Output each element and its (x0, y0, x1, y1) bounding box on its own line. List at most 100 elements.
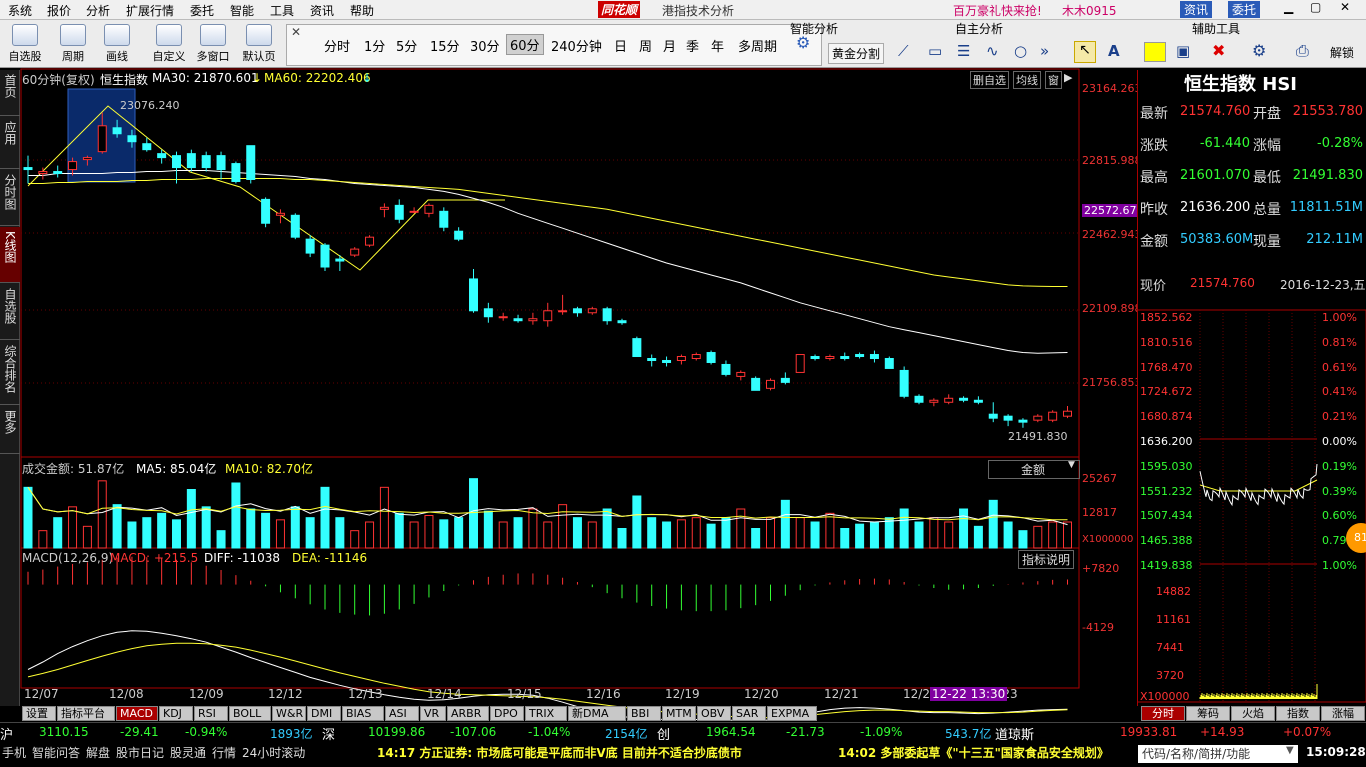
indicator-tab-12[interactable]: DPO (490, 706, 524, 721)
indicator-help-button[interactable]: 指标说明 (1018, 550, 1075, 569)
indicator-tab-8[interactable]: BIAS (342, 706, 384, 721)
candle (275, 209, 285, 224)
volume-bar (454, 517, 464, 549)
macd-label: MACD(12,26,9) (22, 551, 114, 565)
quote-value: 11811.51M (1289, 200, 1363, 215)
volume-bar (379, 486, 389, 549)
candle (855, 352, 865, 359)
volume-bar (973, 525, 983, 549)
quote-label: 金额 (1140, 234, 1168, 250)
status-link-0[interactable]: 手机 (2, 744, 26, 761)
quote-label: 最高 (1140, 170, 1168, 186)
ticker-change: -29.41 (120, 725, 159, 739)
quote-value: 212.11M (1306, 232, 1363, 247)
indicator-tab-2[interactable]: MACD (116, 706, 158, 721)
volume-bar (231, 482, 241, 549)
volume-bar (587, 521, 597, 549)
right-tab-3[interactable]: 指数 (1276, 706, 1320, 721)
candle (899, 366, 909, 399)
candle (884, 356, 894, 369)
status-link-4[interactable]: 股灵通 (170, 744, 206, 761)
macd-value: MACD: +215.5 (110, 551, 199, 565)
status-link-5[interactable]: 行情 (212, 744, 236, 761)
mini-pct-label: 0.21% (1322, 410, 1357, 424)
candle (795, 354, 805, 373)
ticker-pct: -1.09% (860, 725, 903, 739)
candle (424, 203, 434, 218)
candle (706, 350, 716, 365)
y-label-1: 23164.263 (1082, 82, 1142, 95)
volume-bar (1003, 521, 1013, 549)
dropdown-arrow-icon[interactable]: ▼ (1068, 460, 1075, 470)
indicator-tab-18[interactable]: SAR (732, 706, 766, 721)
right-tab-0[interactable]: 分时 (1141, 706, 1185, 721)
indicator-tab-15[interactable]: BBI (627, 706, 661, 721)
mini-price-label: 1636.200 (1140, 435, 1193, 448)
indicator-tab-19[interactable]: EXPMA (767, 706, 817, 721)
news-ticker-1[interactable]: 14:17 方正证券: 市场底可能是平底而非V底 目前并不适合抄底债市 (377, 744, 742, 761)
indicator-tab-10[interactable]: VR (420, 706, 446, 721)
mini-price-label: 1852.562 (1140, 311, 1193, 324)
indicator-tab-16[interactable]: MTM (662, 706, 696, 721)
indicator-tab-3[interactable]: KDJ (159, 706, 193, 721)
status-link-3[interactable]: 股市日记 (116, 744, 164, 761)
mini-unit: X100000 (1140, 690, 1190, 703)
ma60-line (28, 178, 1068, 287)
news-ticker-2[interactable]: 14:02 多部委起草《"十三五"国家食品安全规划》 (838, 744, 1109, 761)
volume-bar (751, 528, 761, 549)
quote-title: 恒生指数 HSI (1184, 74, 1297, 95)
ticker-amount: 543.7亿 (945, 727, 992, 741)
candle (1048, 410, 1058, 423)
volume-bar (1018, 530, 1028, 549)
status-link-2[interactable]: 解盘 (86, 744, 110, 761)
candle (528, 312, 538, 325)
candle (172, 151, 181, 184)
right-tab-4[interactable]: 涨幅 (1321, 706, 1365, 721)
candle (320, 243, 330, 271)
candle (186, 149, 196, 172)
volume-bar (498, 521, 508, 549)
ticker-price: 3110.15 (39, 725, 89, 739)
right-tab-2[interactable]: 火焰 (1231, 706, 1275, 721)
date-label: 12/09 (189, 687, 224, 701)
vol-unit: X1000000 (1082, 534, 1134, 545)
candle (914, 394, 924, 405)
volume-bar (959, 508, 969, 549)
candle (558, 294, 568, 315)
search-dropdown-icon[interactable]: ▼ (1286, 745, 1294, 756)
volume-bar (676, 519, 686, 549)
indicator-tab-17[interactable]: OBV (697, 706, 731, 721)
candle (483, 302, 493, 323)
volume-bar (365, 521, 375, 549)
indicator-tab-9[interactable]: ASI (385, 706, 419, 721)
indicator-tab-7[interactable]: DMI (307, 706, 341, 721)
indicator-tab-1[interactable]: 指标平台 (57, 706, 115, 721)
candle (766, 378, 775, 391)
indicator-tab-0[interactable]: 设置 (22, 706, 56, 721)
volume-bar (632, 495, 642, 549)
volume-bar (320, 486, 330, 549)
indicator-tab-14[interactable]: 新DMA (568, 706, 626, 721)
candle (587, 306, 597, 315)
mini-pct-label: 1.00% (1322, 311, 1357, 324)
indicator-tab-6[interactable]: W&R (272, 706, 306, 721)
date-label: 12/07 (24, 687, 59, 701)
status-link-6[interactable]: 24小时滚动 (242, 744, 305, 761)
indicator-tab-13[interactable]: TRIX (525, 706, 567, 721)
indicator-tab-5[interactable]: BOLL (229, 706, 271, 721)
mini-price-label: 1810.516 (1140, 335, 1193, 349)
code-search-input[interactable]: 代码/名称/简拼/功能 (1138, 745, 1298, 763)
status-link-1[interactable]: 智能问答 (32, 744, 80, 761)
quote-value: 21574.760 (1180, 104, 1251, 119)
quote-date: 2016-12-23,五 (1280, 278, 1366, 292)
indicator-tab-4[interactable]: RSI (194, 706, 228, 721)
right-tab-1[interactable]: 筹码 (1186, 706, 1230, 721)
date-label: 12/19 (665, 687, 700, 701)
amount-dropdown[interactable]: 金额 (988, 460, 1080, 479)
indicator-tab-11[interactable]: ARBR (447, 706, 489, 721)
volume-bar (706, 523, 716, 549)
candle (231, 161, 241, 184)
diff-value: DIFF: -11038 (204, 551, 281, 565)
volume-bar (795, 517, 805, 549)
mini-price-label: 1551.232 (1140, 484, 1193, 498)
